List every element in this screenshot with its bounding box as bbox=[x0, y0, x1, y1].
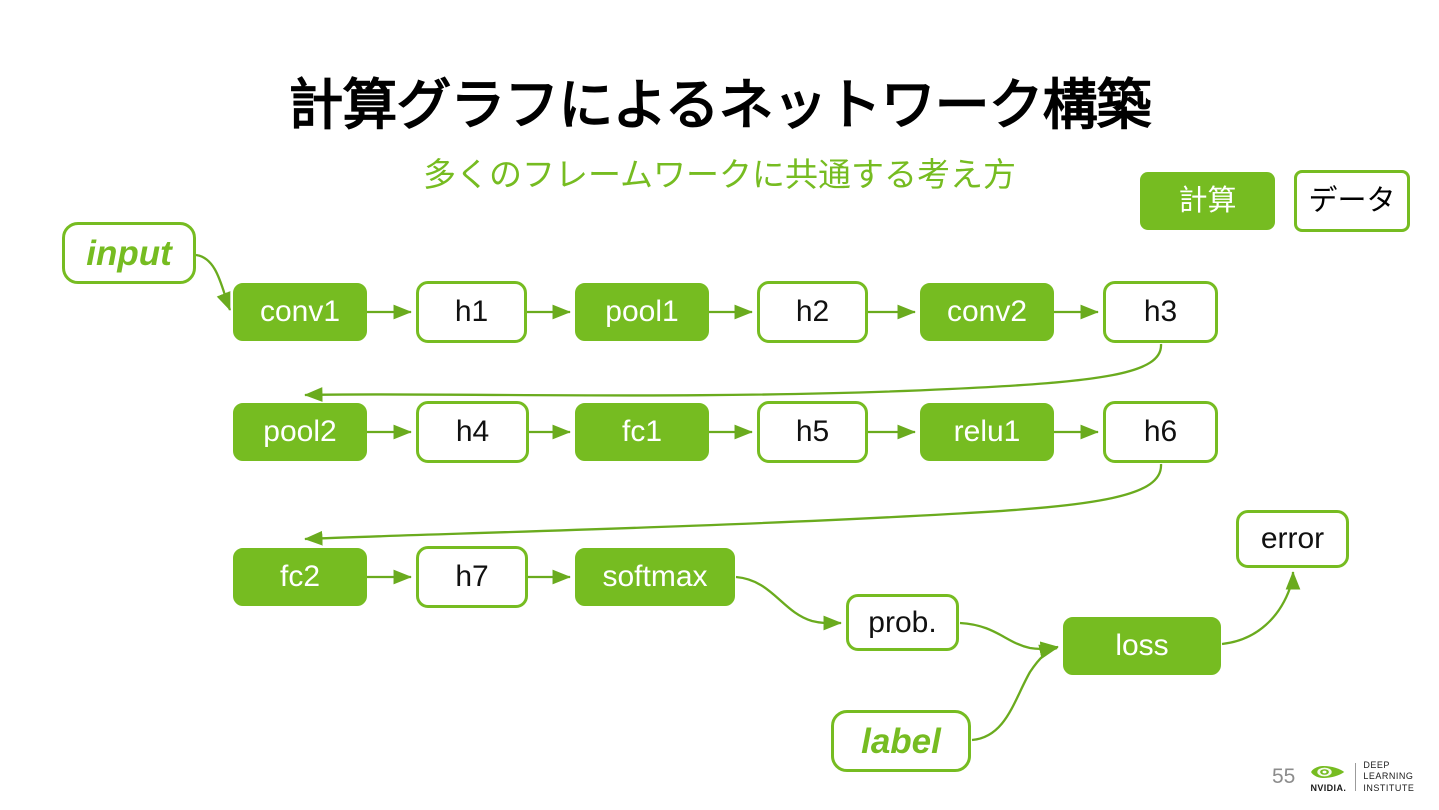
graph-node-label: loss bbox=[1115, 629, 1169, 662]
graph-node-label: pool2 bbox=[263, 415, 337, 448]
graph-node-label: conv1 bbox=[259, 295, 341, 328]
nvidia-eye-icon bbox=[1311, 765, 1345, 778]
graph-node-label: label bbox=[831, 710, 971, 772]
graph-node-label: pool1 bbox=[605, 295, 679, 328]
graph-node-label: h5 bbox=[795, 415, 830, 448]
graph-node-h1: h1 bbox=[416, 281, 527, 343]
graph-node-loss: loss bbox=[1063, 617, 1221, 675]
dli-line-2: LEARNING bbox=[1363, 771, 1414, 782]
graph-node-label: softmax bbox=[602, 560, 708, 593]
graph-node-label: relu1 bbox=[953, 415, 1021, 448]
nvidia-logo: NVIDIA. bbox=[1309, 762, 1347, 793]
page-number: 55 bbox=[1272, 765, 1296, 788]
dli-line-3: INSTITUTE bbox=[1363, 782, 1415, 793]
graph-node-label: h3 bbox=[1143, 295, 1178, 328]
legend-compute-label: 計算 bbox=[1178, 184, 1237, 217]
legend-data-label: データ bbox=[1308, 184, 1396, 217]
graph-node-h6: h6 bbox=[1103, 401, 1218, 463]
graph-node-label: label bbox=[861, 721, 941, 761]
page-title: 計算グラフによるネットワーク構築 bbox=[288, 74, 1151, 136]
graph-node-input: input bbox=[62, 222, 196, 284]
graph-node-fc1: fc1 bbox=[575, 403, 709, 461]
graph-node-fc2: fc2 bbox=[233, 548, 367, 606]
nvidia-wordmark: NVIDIA. bbox=[1310, 782, 1347, 793]
edge-input-conv1 bbox=[195, 253, 232, 311]
graph-node-conv1: conv1 bbox=[233, 283, 367, 341]
graph-node-softmax: softmax bbox=[575, 548, 735, 606]
edge-prob-loss bbox=[959, 621, 1059, 657]
graph-node-prob: prob. bbox=[846, 594, 959, 651]
edge-softmax-prob bbox=[735, 575, 842, 631]
graph-node-label: h2 bbox=[795, 295, 830, 328]
footer-divider bbox=[1355, 763, 1357, 791]
edge-loss-error bbox=[1221, 571, 1301, 646]
graph-node-label: input bbox=[86, 233, 172, 273]
graph-node-pool2: pool2 bbox=[233, 403, 367, 461]
graph-node-label: prob. bbox=[868, 605, 937, 639]
graph-node-h3: h3 bbox=[1103, 281, 1218, 343]
legend-data-node: データ bbox=[1294, 170, 1410, 232]
legend-compute-node: 計算 bbox=[1140, 172, 1275, 230]
graph-node-label: conv2 bbox=[946, 295, 1028, 328]
graph-node-label: h4 bbox=[455, 415, 490, 448]
graph-node-conv2: conv2 bbox=[920, 283, 1054, 341]
slide-footer: 55 NVIDIA. DEEP LEARNING INSTITUTE bbox=[1272, 756, 1432, 798]
graph-node-label: fc2 bbox=[279, 560, 321, 593]
edge-h3-pool2 bbox=[304, 343, 1163, 402]
graph-node-relu1: relu1 bbox=[920, 403, 1054, 461]
edge-label-loss bbox=[971, 644, 1058, 742]
graph-node-h4: h4 bbox=[416, 401, 529, 463]
graph-node-h5: h5 bbox=[757, 401, 868, 463]
slide-canvas: 計算グラフによるネットワーク構築 多くのフレームワークに共通する考え方 計算 デ… bbox=[0, 0, 1439, 810]
graph-node-label: error bbox=[1260, 522, 1325, 555]
dli-wordmark: DEEP LEARNING INSTITUTE bbox=[1363, 760, 1414, 794]
graph-node-label: fc1 bbox=[621, 415, 663, 448]
graph-node-label: h7 bbox=[455, 560, 489, 593]
graph-node-h7: h7 bbox=[416, 546, 528, 608]
dli-line-1: DEEP bbox=[1363, 760, 1390, 771]
graph-node-pool1: pool1 bbox=[575, 283, 709, 341]
edge-h6-fc2 bbox=[304, 463, 1163, 546]
graph-node-error: error bbox=[1236, 510, 1349, 568]
graph-node-h2: h2 bbox=[757, 281, 868, 343]
graph-node-label: h1 bbox=[454, 295, 489, 328]
graph-node-label: h6 bbox=[1143, 415, 1178, 448]
